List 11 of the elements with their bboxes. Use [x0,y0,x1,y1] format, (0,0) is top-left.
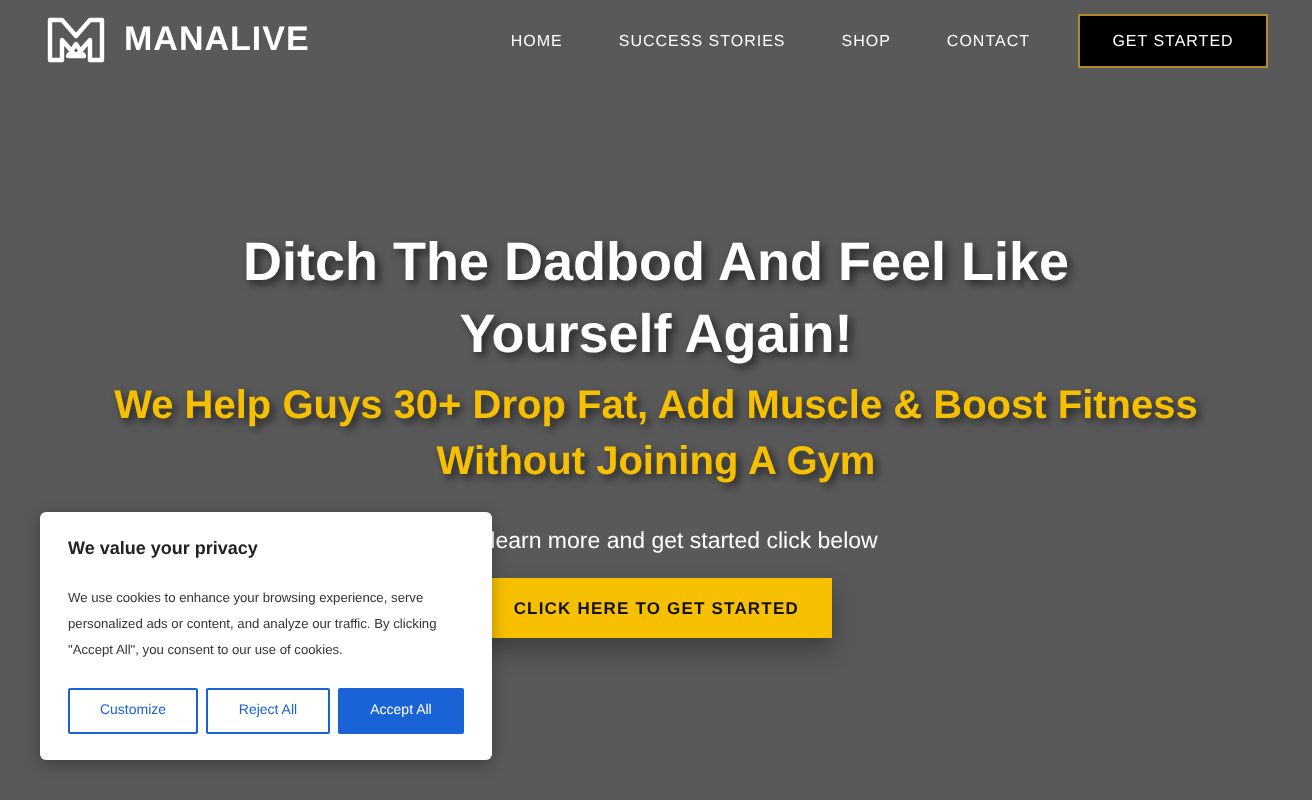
get-started-button[interactable]: GET STARTED [1078,13,1268,67]
cookie-title: We value your privacy [68,538,260,558]
hero-subtitle: We Help Guys 30+ Drop Fat, Add Muscle & Boost Fitness Without Joining A Gym [112,382,1200,488]
hero-text: learn more and get started click below [490,530,878,554]
nav-link[interactable]: SUCCESS STORIES [618,31,786,49]
nav-link[interactable]: CONTACT [946,31,1030,49]
nav-link[interactable]: SHOP [841,31,891,49]
nav-link[interactable]: HOME [510,31,563,49]
logo-icon [46,16,106,64]
hero-title: Ditch The Dadbod And Feel Like Yourself Again! [240,230,1072,368]
brand-name[interactable]: MANALIVE [124,20,310,60]
